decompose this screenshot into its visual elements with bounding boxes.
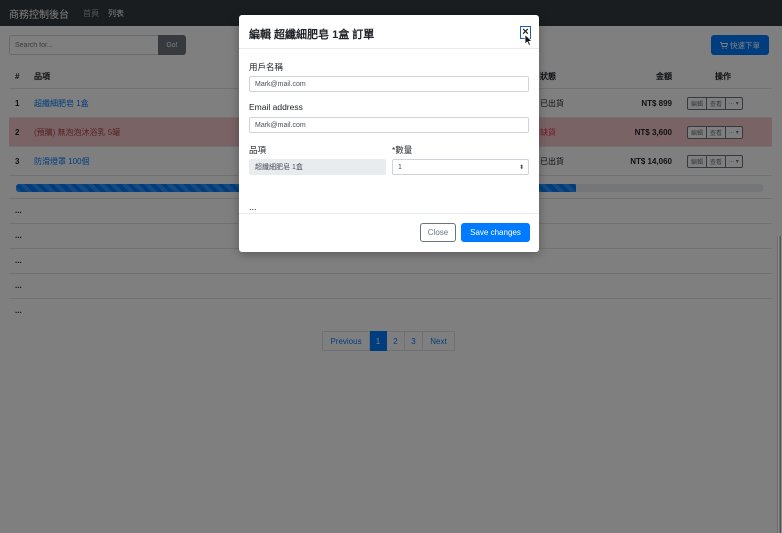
item-label: 品項 [249,145,267,155]
save-changes-button[interactable]: Save changes [461,223,530,242]
mouse-cursor-icon [524,34,533,46]
ellipsis-text: ... [249,202,257,212]
modal-title: 編輯 超纖細肥皂 1盒 訂單 [249,29,375,41]
email-field[interactable]: Mark@mail.com [249,117,529,133]
quantity-select[interactable]: 1 ⬍ [392,159,529,175]
select-arrows-icon: ⬍ [518,164,524,171]
window-edge [777,236,782,533]
username-label: 用戶名稱 [249,62,284,72]
quantity-label: *數量 [392,145,413,155]
close-button[interactable]: Close [420,223,456,242]
quantity-value: 1 [398,163,402,171]
item-field: 超纖細肥皂 1盒 [249,159,386,175]
edit-order-modal: 編輯 超纖細肥皂 1盒 訂單 × 用戶名稱 Mark@mail.com Emai… [239,15,539,252]
modal-header: 編輯 超纖細肥皂 1盒 訂單 × [239,15,539,49]
modal-footer: Close Save changes [239,213,539,252]
email-label: Email address [249,102,303,112]
username-field[interactable]: Mark@mail.com [249,76,529,92]
